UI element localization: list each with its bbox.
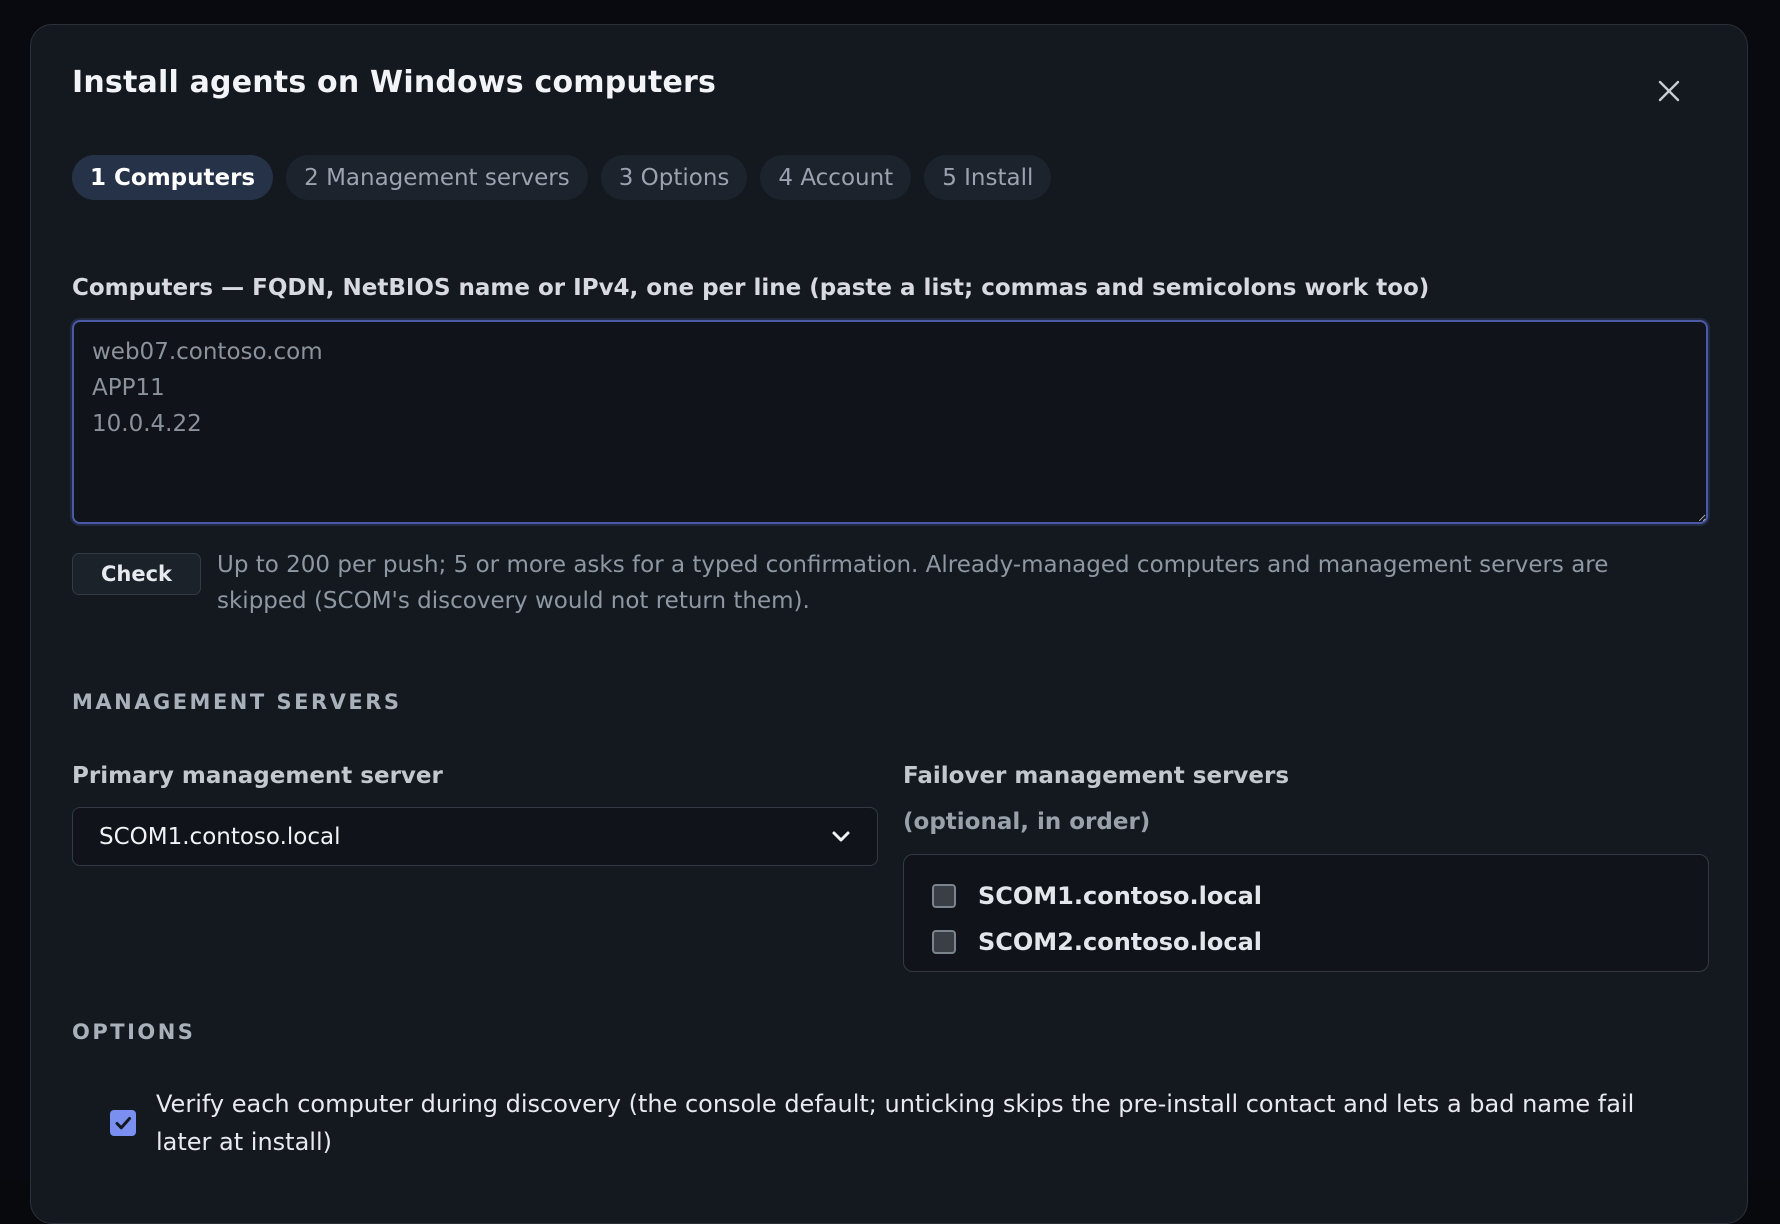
close-button[interactable] [1651,73,1687,109]
failover-checkbox-scom2[interactable] [932,930,956,954]
wizard-steps: 1 Computers 2 Management servers 3 Optio… [72,155,1052,200]
failover-option-label: SCOM1.contoso.local [978,882,1263,910]
step-management-servers[interactable]: 2 Management servers [286,155,588,200]
primary-server-label: Primary management server [72,763,443,789]
check-button[interactable]: Check [72,553,201,595]
failover-servers-list: SCOM1.contoso.local SCOM2.contoso.local [903,854,1709,972]
dialog-title: Install agents on Windows computers [72,65,717,100]
computers-label: Computers — FQDN, NetBIOS name or IPv4, … [72,275,1430,301]
primary-server-select[interactable]: SCOM1.contoso.local [72,807,878,866]
failover-option-scom1[interactable]: SCOM1.contoso.local [932,873,1680,919]
failover-option-label: SCOM2.contoso.local [978,928,1263,956]
chevron-down-icon [832,831,850,841]
failover-checkbox-scom1[interactable] [932,884,956,908]
verify-discovery-option[interactable]: Verify each computer during discovery (t… [72,1085,1712,1161]
management-servers-heading: MANAGEMENT SERVERS [72,690,402,714]
failover-servers-sublabel: (optional, in order) [903,809,1151,835]
step-options[interactable]: 3 Options [600,155,748,200]
checkmark-icon [115,1117,131,1130]
close-icon [1658,80,1680,102]
verify-discovery-checkbox[interactable] [110,1110,136,1136]
options-heading: OPTIONS [72,1020,196,1044]
install-agents-dialog: Install agents on Windows computers 1 Co… [30,24,1748,1224]
failover-servers-label: Failover management servers [903,763,1290,789]
step-account[interactable]: 4 Account [760,155,912,200]
computers-input[interactable] [72,320,1708,524]
computers-hint: Up to 200 per push; 5 or more asks for a… [217,552,1609,614]
step-install[interactable]: 5 Install [924,155,1052,200]
verify-discovery-label: Verify each computer during discovery (t… [156,1090,1635,1156]
step-computers[interactable]: 1 Computers [72,155,274,200]
failover-option-scom2[interactable]: SCOM2.contoso.local [932,919,1680,965]
primary-server-value: SCOM1.contoso.local [99,823,341,850]
